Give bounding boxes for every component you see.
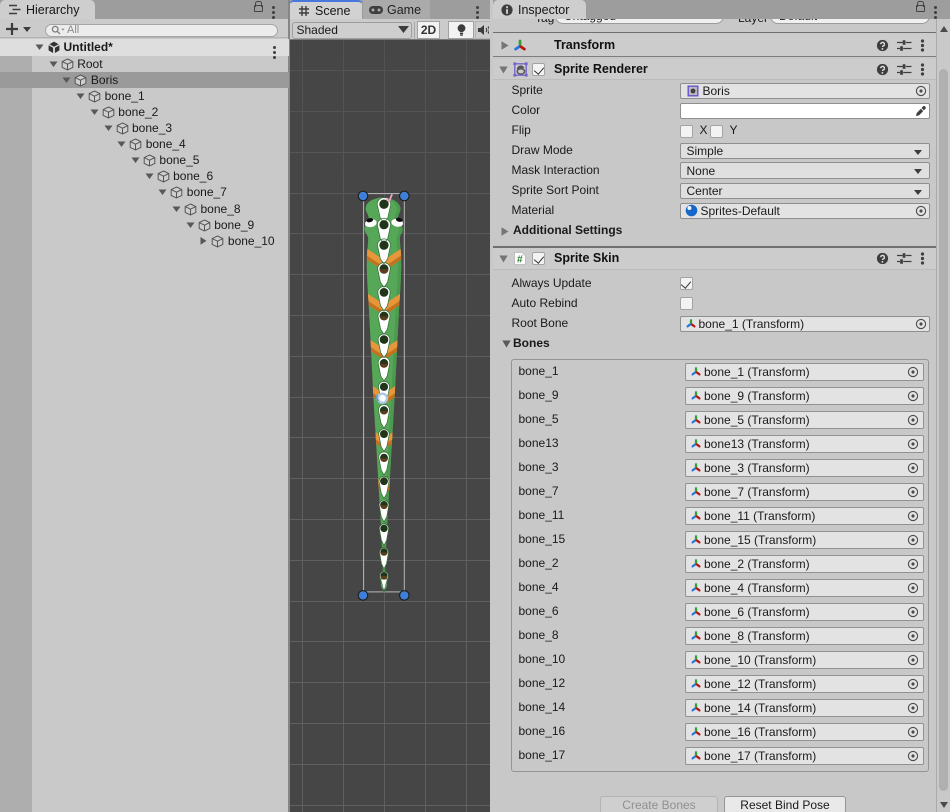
svg-text:#: # — [517, 255, 523, 266]
